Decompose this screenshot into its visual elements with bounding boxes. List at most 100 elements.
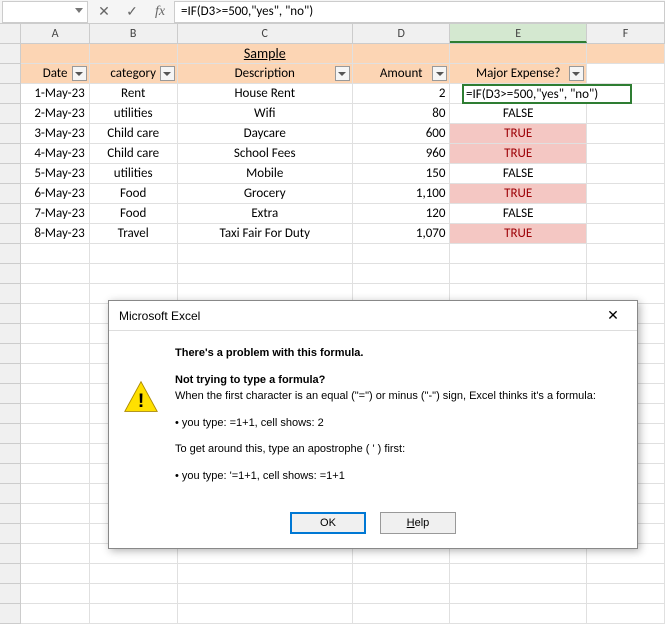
col-header-D[interactable]: D [353, 24, 451, 43]
cell[interactable] [450, 584, 586, 604]
name-box[interactable] [2, 1, 88, 23]
filter-icon[interactable] [432, 66, 447, 81]
row-header[interactable] [0, 424, 21, 444]
cell-major[interactable]: TRUE [450, 184, 586, 204]
row-header[interactable] [0, 184, 21, 204]
enter-formula-button[interactable]: ✓ [118, 1, 146, 23]
cell-major[interactable]: TRUE [450, 124, 586, 144]
cell[interactable] [353, 564, 451, 584]
col-header-A[interactable]: A [21, 24, 89, 43]
cell[interactable] [178, 564, 353, 584]
cell[interactable] [21, 324, 89, 344]
cell[interactable] [21, 364, 89, 384]
cell-major[interactable]: TRUE [450, 224, 586, 244]
cell[interactable] [21, 424, 89, 444]
cell[interactable] [21, 484, 89, 504]
row-header[interactable] [0, 124, 21, 144]
cell[interactable] [178, 244, 353, 264]
cell-description[interactable]: Taxi Fair For Duty [178, 224, 353, 244]
cell-date[interactable]: 5-May-23 [21, 164, 89, 184]
row-header[interactable] [0, 344, 21, 364]
cell[interactable] [21, 444, 89, 464]
cell[interactable] [450, 244, 586, 264]
close-icon[interactable]: ✕ [599, 307, 627, 324]
cell-amount[interactable]: 2 [353, 84, 451, 104]
cell-category[interactable]: Travel [90, 224, 178, 244]
cell[interactable] [21, 404, 89, 424]
row-header[interactable] [0, 304, 21, 324]
cell[interactable] [587, 124, 665, 144]
cell-major[interactable]: TRUE [450, 144, 586, 164]
cell[interactable] [21, 244, 89, 264]
cell-category[interactable]: Child care [90, 124, 178, 144]
row-header[interactable] [0, 204, 21, 224]
cancel-formula-button[interactable]: ✕ [90, 1, 118, 23]
ok-button[interactable]: OK [290, 512, 366, 534]
header-amount[interactable]: Amount [353, 64, 451, 84]
cell-amount[interactable]: 120 [353, 204, 451, 224]
cell-editing-overlay[interactable]: =IF(D3>=500,"yes", "no") [462, 84, 632, 104]
cell[interactable] [450, 564, 586, 584]
cell[interactable] [21, 544, 89, 564]
cell-date[interactable]: 4-May-23 [21, 144, 89, 164]
cell[interactable] [587, 604, 665, 624]
row-header[interactable] [0, 404, 21, 424]
row-header[interactable] [0, 604, 21, 624]
row-header[interactable] [0, 244, 21, 264]
row-header[interactable] [0, 44, 21, 64]
cell[interactable] [587, 244, 665, 264]
cell[interactable] [90, 584, 178, 604]
cell-date[interactable]: 3-May-23 [21, 124, 89, 144]
cell[interactable] [178, 604, 353, 624]
cell-amount[interactable]: 150 [353, 164, 451, 184]
cell-amount[interactable]: 1,100 [353, 184, 451, 204]
row-header[interactable] [0, 164, 21, 184]
cell[interactable] [587, 184, 665, 204]
cell[interactable] [178, 584, 353, 604]
cell[interactable] [353, 244, 451, 264]
row-header[interactable] [0, 564, 21, 584]
cell-category[interactable]: utilities [90, 164, 178, 184]
filter-icon[interactable] [569, 66, 584, 81]
cell[interactable] [90, 564, 178, 584]
row-header[interactable] [0, 224, 21, 244]
row-header[interactable] [0, 544, 21, 564]
row-header[interactable] [0, 264, 21, 284]
cell[interactable] [21, 564, 89, 584]
cell-amount[interactable]: 1,070 [353, 224, 451, 244]
cell-description[interactable]: Grocery [178, 184, 353, 204]
cell[interactable] [587, 104, 665, 124]
row-header[interactable] [0, 64, 21, 84]
header-date[interactable]: Date [21, 64, 89, 84]
cell[interactable] [353, 604, 451, 624]
cell-category[interactable]: Child care [90, 144, 178, 164]
header-description[interactable]: Description [178, 64, 353, 84]
cell[interactable] [587, 164, 665, 184]
cell-category[interactable]: Food [90, 204, 178, 224]
cell[interactable] [21, 44, 89, 64]
cell-description[interactable]: Wifi [178, 104, 353, 124]
fx-button[interactable]: fx [146, 1, 174, 23]
filter-icon[interactable] [160, 66, 175, 81]
cell[interactable] [178, 264, 353, 284]
col-header-B[interactable]: B [90, 24, 178, 43]
cell[interactable] [21, 584, 89, 604]
cell-description[interactable]: Mobile [178, 164, 353, 184]
cell[interactable] [450, 44, 586, 64]
cell[interactable] [587, 224, 665, 244]
cell[interactable] [587, 564, 665, 584]
cell[interactable] [21, 384, 89, 404]
row-header[interactable] [0, 464, 21, 484]
col-header-C[interactable]: C [178, 24, 353, 43]
cell-amount[interactable]: 600 [353, 124, 451, 144]
row-header[interactable] [0, 384, 21, 404]
cell-date[interactable]: 1-May-23 [21, 84, 89, 104]
row-header[interactable] [0, 104, 21, 124]
filter-icon[interactable] [335, 66, 350, 81]
cell[interactable] [21, 284, 89, 304]
cell[interactable] [21, 304, 89, 324]
cell-date[interactable]: 6-May-23 [21, 184, 89, 204]
cell-amount[interactable]: 960 [353, 144, 451, 164]
cell-description[interactable]: Extra [178, 204, 353, 224]
cell[interactable] [21, 464, 89, 484]
